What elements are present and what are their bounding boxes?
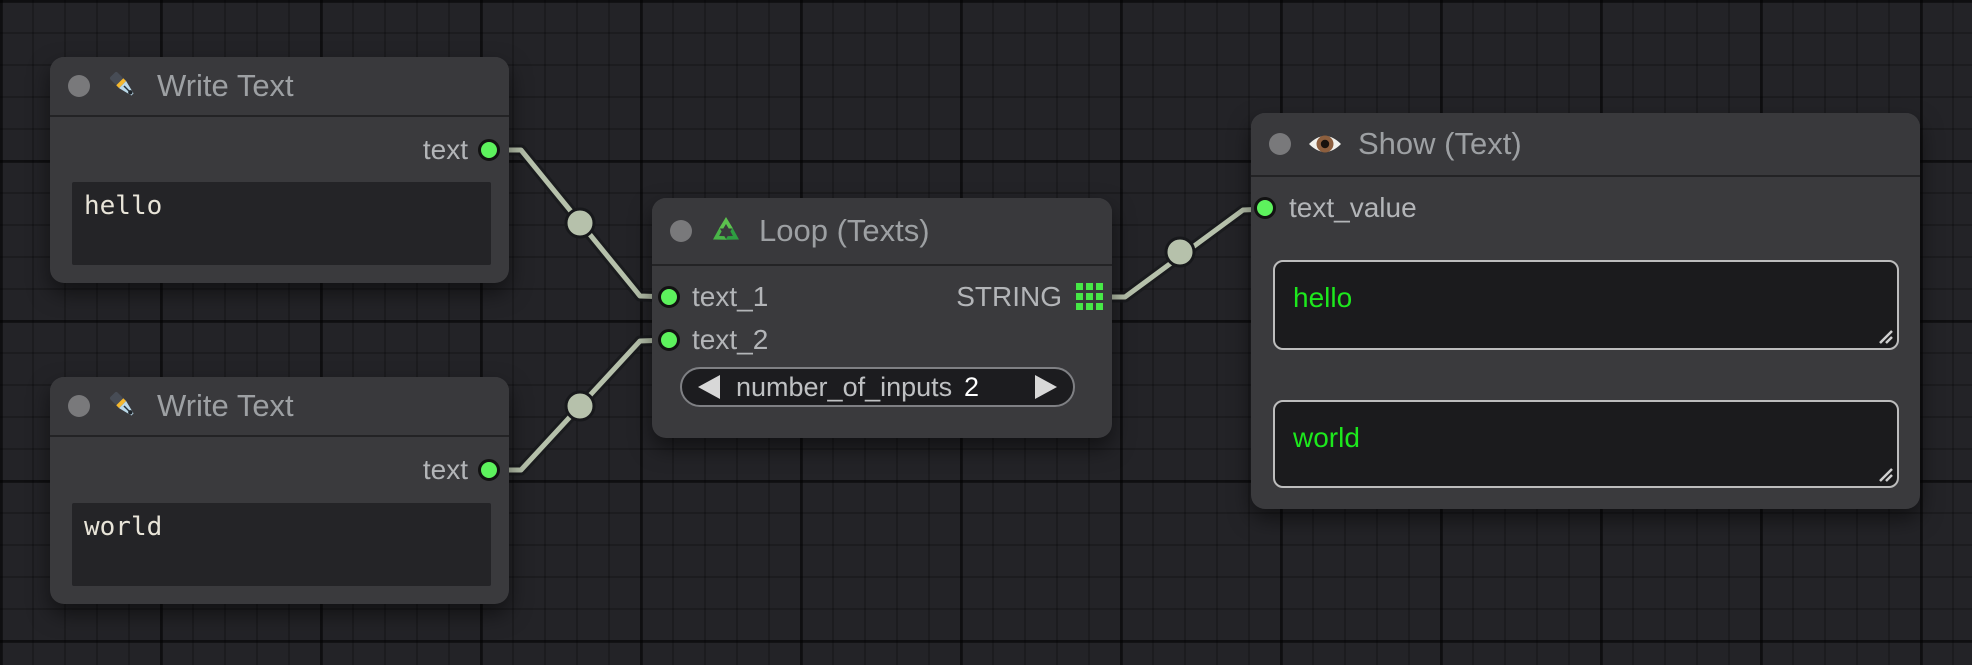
- input-socket-text-value[interactable]: [1254, 197, 1276, 219]
- displayed-value-1: hello: [1293, 282, 1352, 313]
- number-of-inputs-stepper[interactable]: number_of_inputs 2: [680, 367, 1075, 407]
- output-label-text: text: [423, 135, 468, 165]
- node-title: Show (Text): [1358, 126, 1522, 162]
- node-header[interactable]: Loop (Texts): [652, 198, 1112, 266]
- eye-icon: [1306, 126, 1343, 163]
- fountain-pen-icon: [105, 388, 142, 425]
- node-header[interactable]: Write Text: [50, 57, 509, 117]
- node-loop-texts[interactable]: Loop (Texts) text_1 text_2 STRING number…: [652, 198, 1112, 438]
- node-write-text-1[interactable]: Write Text text hello: [50, 57, 509, 283]
- output-display-area-1[interactable]: hello: [1273, 260, 1899, 350]
- node-write-text-2[interactable]: Write Text text world: [50, 377, 509, 604]
- node-show-text[interactable]: Show (Text) text_value hello world: [1251, 113, 1920, 509]
- text-input-area[interactable]: world: [72, 503, 491, 586]
- collapse-dot[interactable]: [68, 75, 90, 97]
- node-title: Write Text: [157, 68, 294, 104]
- output-socket-text[interactable]: [478, 459, 500, 481]
- stepper-label: number_of_inputs: [736, 372, 964, 403]
- output-socket-string-grid[interactable]: [1076, 283, 1103, 310]
- output-label-text: text: [423, 455, 468, 485]
- output-label-string: STRING: [956, 282, 1062, 312]
- resize-grip-icon[interactable]: [1876, 465, 1894, 483]
- collapse-dot[interactable]: [68, 395, 90, 417]
- input-label-text-1: text_1: [692, 282, 768, 312]
- displayed-value-2: world: [1293, 422, 1360, 453]
- wire-midpoint-dot[interactable]: [566, 392, 594, 420]
- wire-midpoint-dot[interactable]: [1166, 238, 1194, 266]
- node-header[interactable]: Show (Text): [1251, 113, 1920, 177]
- input-label-text-value: text_value: [1289, 193, 1417, 223]
- fountain-pen-icon: [105, 68, 142, 105]
- input-socket-text-1[interactable]: [658, 286, 680, 308]
- recycle-icon: [707, 213, 744, 250]
- collapse-dot[interactable]: [670, 220, 692, 242]
- stepper-decrement-arrow-icon[interactable]: [698, 375, 720, 399]
- collapse-dot[interactable]: [1269, 133, 1291, 155]
- output-display-area-2[interactable]: world: [1273, 400, 1899, 488]
- output-socket-text[interactable]: [478, 139, 500, 161]
- input-socket-text-2[interactable]: [658, 329, 680, 351]
- node-header[interactable]: Write Text: [50, 377, 509, 437]
- input-label-text-2: text_2: [692, 325, 768, 355]
- stepper-value: 2: [964, 372, 979, 403]
- text-input-area[interactable]: hello: [72, 182, 491, 265]
- wire-midpoint-dot[interactable]: [566, 209, 594, 237]
- node-title: Write Text: [157, 388, 294, 424]
- node-title: Loop (Texts): [759, 213, 930, 249]
- stepper-increment-arrow-icon[interactable]: [1035, 375, 1057, 399]
- resize-grip-icon[interactable]: [1876, 327, 1894, 345]
